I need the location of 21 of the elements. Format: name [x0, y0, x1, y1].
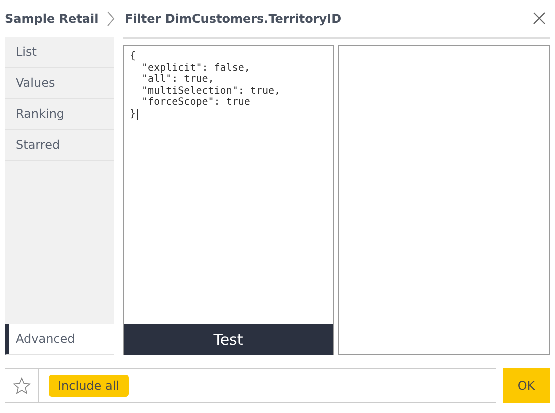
ok-button[interactable]: OK	[503, 368, 550, 403]
code-line: "explicit": false,	[141, 62, 250, 74]
sidebar-tab[interactable]: Values	[5, 68, 114, 99]
sidebar-tab[interactable]: Advanced	[5, 324, 114, 355]
filter-chip: Include all	[49, 374, 129, 396]
code-line: "all": true,	[141, 74, 214, 86]
code-line: "multiSelection": true,	[141, 86, 281, 97]
test-button[interactable]: Test	[124, 324, 333, 355]
sidebar-tab[interactable]: Ranking	[5, 99, 114, 130]
code-line: {	[130, 51, 136, 62]
sidebar-tab[interactable]: List	[5, 37, 114, 68]
dialog-title: Filter DimCustomers.TerritoryID	[125, 12, 343, 26]
breadcrumb-link[interactable]: Sample Retail	[5, 12, 107, 26]
star-icon[interactable]	[12, 376, 30, 394]
code-line: "forceScope": true	[141, 97, 250, 108]
code-editor[interactable]: { "explicit": false, "all": true, "multiSelection": true, "forceScope": true }	[124, 46, 333, 324]
close-icon[interactable]	[533, 12, 546, 25]
sidebar-tab[interactable]: Starred	[5, 130, 114, 161]
text-cursor	[137, 108, 138, 120]
code-line: }	[130, 108, 136, 120]
chevron-icon	[107, 10, 115, 26]
